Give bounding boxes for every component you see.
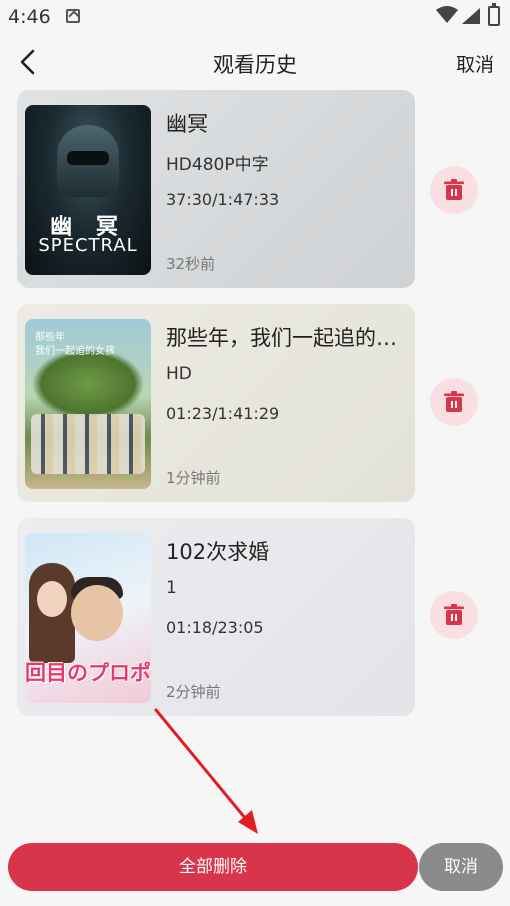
poster-cn-title: 那些年 我们一起追的女孩 — [35, 332, 115, 357]
watch-progress: 01:18/23:05 — [166, 618, 264, 637]
delete-item-button[interactable] — [430, 166, 478, 214]
signal-icon — [462, 8, 480, 24]
delete-item-button[interactable] — [430, 378, 478, 426]
history-card[interactable]: 那些年 我们一起追的女孩 那些年，我们一起追的女孩 HD 01:23/1:41:… — [17, 304, 415, 502]
delete-item-button[interactable] — [430, 591, 478, 639]
poster-image: 回目のプロポ — [25, 533, 151, 703]
trash-icon — [444, 604, 464, 625]
history-card[interactable]: 幽 冥 SPECTRAL 幽冥 HD480P中字 37:30/1:47:33 3… — [17, 90, 415, 288]
watched-ago: 32秒前 — [166, 255, 216, 273]
header: 观看历史 取消 — [0, 34, 510, 90]
screen: 4:46 观看历史 取消 幽 冥 SPECTRAL 幽冥 HD480P中字 37… — [0, 0, 510, 906]
video-quality: 1 — [166, 578, 177, 598]
bottom-cancel-button[interactable]: 取消 — [419, 843, 503, 891]
annotation-arrow-icon — [154, 708, 258, 834]
video-quality: HD480P中字 — [166, 155, 269, 175]
trash-icon — [444, 391, 464, 412]
status-time: 4:46 — [8, 6, 51, 28]
poster-tree — [33, 349, 143, 419]
history-list: 幽 冥 SPECTRAL 幽冥 HD480P中字 37:30/1:47:33 3… — [17, 90, 415, 732]
video-title: 102次求婚 — [166, 540, 270, 564]
wifi-icon — [436, 6, 458, 23]
watched-ago: 2分钟前 — [166, 683, 221, 701]
watch-progress: 01:23/1:41:29 — [166, 404, 280, 423]
video-title: 幽冥 — [166, 112, 208, 136]
watch-progress: 37:30/1:47:33 — [166, 190, 280, 209]
history-card[interactable]: 回目のプロポ 102次求婚 1 01:18/23:05 2分钟前 — [17, 518, 415, 716]
poster-people — [31, 414, 145, 474]
poster-man-face — [71, 585, 123, 641]
battery-icon — [488, 3, 500, 26]
delete-all-button[interactable]: 全部删除 — [8, 843, 418, 891]
video-quality: HD — [166, 364, 192, 384]
header-cancel-button[interactable]: 取消 — [456, 50, 494, 77]
poster-en-title: SPECTRAL — [38, 235, 138, 256]
poster-image: 那些年 我们一起追的女孩 — [25, 319, 151, 489]
poster-girl-face — [37, 581, 67, 617]
poster-jp-title: 回目のプロポ — [25, 661, 151, 685]
poster-image: 幽 冥 SPECTRAL — [25, 105, 151, 275]
video-title: 那些年，我们一起追的女孩 — [166, 326, 410, 350]
watched-ago: 1分钟前 — [166, 469, 221, 487]
notification-a-icon — [66, 9, 80, 23]
page-title: 观看历史 — [213, 53, 297, 77]
status-bar: 4:46 — [0, 0, 510, 34]
trash-icon — [444, 179, 464, 200]
poster-visor — [67, 151, 109, 165]
